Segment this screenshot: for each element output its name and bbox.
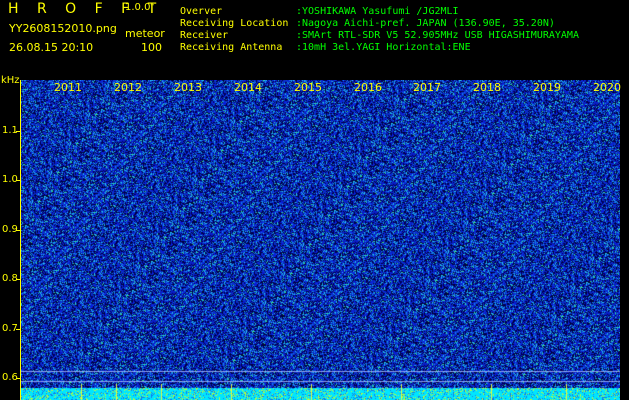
x-tick-label: 2020 xyxy=(593,81,621,94)
x-tick-label: 2019 xyxy=(533,81,561,94)
info-value-antenna: :10mH 3el.YAGI Horizontal:ENE xyxy=(296,42,471,53)
y-tick-mark xyxy=(16,378,20,379)
y-tick-mark xyxy=(16,180,20,181)
spectrogram-canvas xyxy=(21,80,620,400)
y-tick-mark xyxy=(16,230,20,231)
x-tick-label: 2014 xyxy=(234,81,262,94)
x-tick-label: 2015 xyxy=(294,81,322,94)
info-label-observer: Overver xyxy=(180,6,223,17)
mode-label: meteor xyxy=(125,27,165,40)
info-label-receiver: Receiver xyxy=(180,30,229,41)
x-tick-label: 2012 xyxy=(114,81,142,94)
spectrogram-plot xyxy=(20,80,620,400)
x-tick-label: 2016 xyxy=(354,81,382,94)
x-tick-label: 2017 xyxy=(413,81,441,94)
info-value-observer: :YOSHIKAWA Yasufumi /JG2MLI xyxy=(296,6,459,17)
y-tick-mark xyxy=(16,329,20,330)
y-tick-mark xyxy=(16,279,20,280)
file-name: YY2608152010.png xyxy=(9,22,117,35)
info-label-location: Receiving Location xyxy=(180,18,289,29)
axis-unit: kHz xyxy=(1,75,20,86)
app-version: 1.0.0f xyxy=(125,2,154,13)
info-label-antenna: Receiving Antenna xyxy=(180,42,283,53)
hroft-display: H R O F F T 1.0.0f YY2608152010.png mete… xyxy=(0,0,629,400)
x-tick-label: 2018 xyxy=(473,81,501,94)
info-value-receiver: :SMArt RTL-SDR V5 52.905MHz USB HIGASHIM… xyxy=(296,30,579,41)
info-value-location: :Nagoya Aichi-pref. JAPAN (136.90E, 35.2… xyxy=(296,18,555,29)
x-tick-label: 2011 xyxy=(54,81,82,94)
date-time: 26.08.15 20:10 xyxy=(9,41,94,54)
count-value: 100 xyxy=(141,41,162,54)
y-tick-mark xyxy=(16,131,20,132)
x-tick-label: 2013 xyxy=(174,81,202,94)
